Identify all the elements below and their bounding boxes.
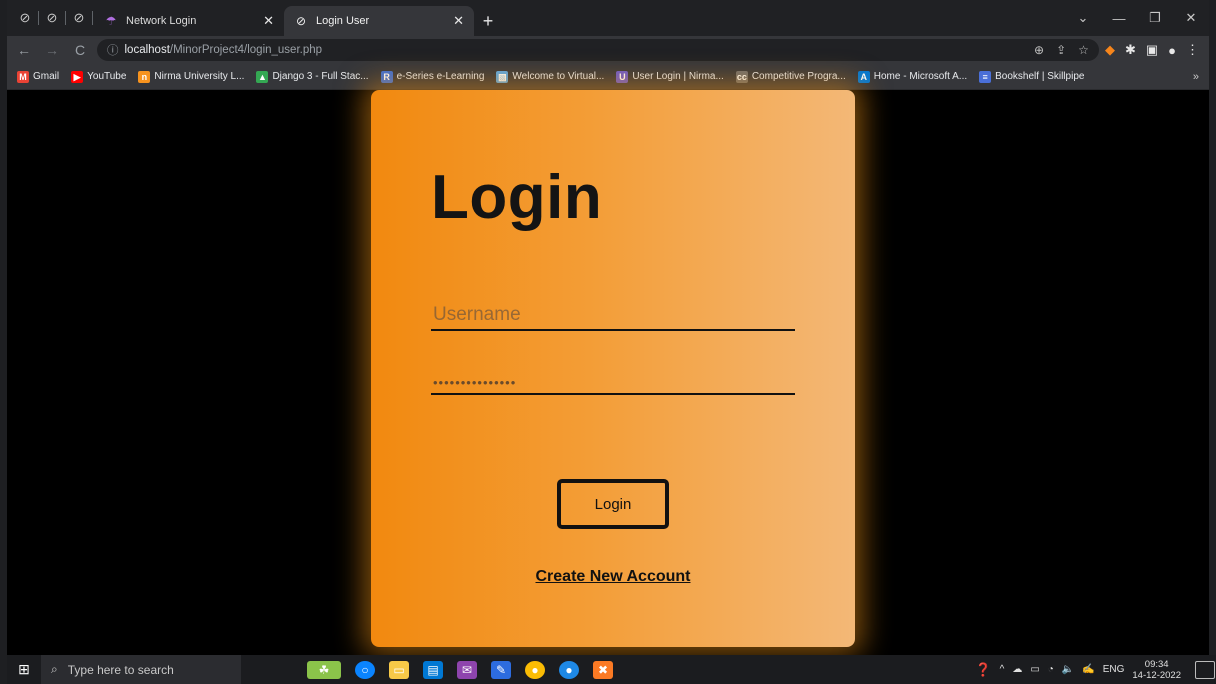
clock-time: 09:34 bbox=[1144, 658, 1169, 670]
chevron-up-icon[interactable]: ^ bbox=[1000, 664, 1005, 675]
pen-app-icon[interactable]: ✎ bbox=[491, 660, 511, 679]
pinned-tab-globe-icon[interactable]: ⊘ bbox=[40, 0, 64, 36]
menu-kebab-icon[interactable]: ⋮ bbox=[1186, 42, 1199, 58]
side-panel-icon[interactable]: ▣ bbox=[1146, 42, 1158, 58]
youtube-icon: ▶ bbox=[71, 70, 84, 83]
minimize-icon[interactable]: — bbox=[1101, 11, 1137, 26]
tab-search-icon[interactable]: ⌄ bbox=[1065, 10, 1101, 26]
wifi-icon[interactable]: ◔ bbox=[1048, 664, 1054, 675]
drive-icon: ▲ bbox=[256, 70, 269, 83]
bookshelf-icon: ≡ bbox=[979, 70, 992, 83]
metamask-extension-icon[interactable]: ◆ bbox=[1105, 42, 1115, 58]
volume-icon[interactable]: 🔈 bbox=[1062, 664, 1074, 675]
extensions-puzzle-icon[interactable]: ✱ bbox=[1125, 42, 1136, 58]
tab-login-user[interactable]: ⊘ Login User ✕ bbox=[284, 6, 474, 36]
pinned-tab-globe-icon[interactable]: ⊘ bbox=[13, 0, 37, 36]
search-placeholder: Type here to search bbox=[67, 662, 174, 677]
clock-date: 14-12-2022 bbox=[1132, 669, 1181, 681]
bookmark-user-login[interactable]: U User Login | Nirma... bbox=[616, 70, 724, 83]
network-login-favicon-icon: ☂ bbox=[105, 14, 117, 28]
bookmark-competitive[interactable]: cc Competitive Progra... bbox=[735, 70, 846, 83]
profile-avatar[interactable]: ● bbox=[1168, 43, 1176, 58]
battery-icon[interactable]: ▭ bbox=[1030, 664, 1039, 675]
forward-icon[interactable]: → bbox=[41, 42, 63, 58]
url-host: localhost bbox=[124, 44, 170, 56]
bookmark-microsoft[interactable]: A Home - Microsoft A... bbox=[857, 70, 967, 83]
page-content: Login Login Create New Account bbox=[7, 90, 1209, 655]
share-icon[interactable]: ⇪ bbox=[1056, 43, 1066, 57]
language-indicator[interactable]: ENG bbox=[1103, 664, 1125, 675]
cc-icon: cc bbox=[735, 70, 748, 83]
bookmark-gmail[interactable]: M Gmail bbox=[17, 70, 59, 83]
cloud-icon[interactable]: ☁ bbox=[1012, 664, 1022, 675]
pinned-tab-globe-icon[interactable]: ⊘ bbox=[67, 0, 91, 36]
e-series-icon: R bbox=[380, 70, 393, 83]
xampp-icon[interactable]: ✖ bbox=[593, 660, 613, 679]
close-tab-icon[interactable]: ✕ bbox=[453, 13, 464, 29]
browser-toolbar: ← → C ⓘ localhost/MinorProject4/login_us… bbox=[7, 36, 1209, 64]
login-button[interactable]: Login bbox=[557, 479, 669, 529]
windows-taskbar: ⊞ ⌕ Type here to search ☘ ○ ▭ ▤ ✉ ✎ ● ● … bbox=[7, 655, 1216, 684]
tab-network-login[interactable]: ☂ Network Login ✕ bbox=[94, 6, 284, 36]
url-path: /MinorProject4/login_user.php bbox=[169, 44, 323, 56]
restore-icon[interactable]: ❐ bbox=[1137, 10, 1173, 26]
user-login-icon: U bbox=[616, 70, 629, 83]
close-window-icon[interactable]: ✕ bbox=[1173, 10, 1209, 26]
gmail-icon: M bbox=[17, 70, 29, 83]
cortana-icon[interactable]: ○ bbox=[355, 660, 375, 679]
file-explorer-icon[interactable]: ▭ bbox=[389, 660, 409, 679]
bookmark-virtual[interactable]: ▧ Welcome to Virtual... bbox=[496, 70, 604, 83]
window-controls: ⌄ — ❐ ✕ bbox=[1065, 0, 1209, 36]
username-input[interactable] bbox=[431, 304, 795, 329]
extensions-area: ◆ ✱ ▣ ● ⋮ bbox=[1105, 42, 1203, 58]
nirma-icon: n bbox=[138, 70, 151, 83]
windows-start-icon[interactable]: ⊞ bbox=[7, 661, 41, 678]
taskbar-apps: ☘ ○ ▭ ▤ ✉ ✎ ● ● ✖ bbox=[307, 660, 613, 679]
browser-tab-strip: ⊘ ⊘ ⊘ ☂ Network Login ✕ ⊘ Login User ✕ +… bbox=[7, 0, 1209, 36]
more-bookmarks-icon[interactable]: » bbox=[1193, 71, 1199, 83]
mail-app-icon[interactable]: ✉ bbox=[457, 660, 477, 679]
screen: ⊘ ⊘ ⊘ ☂ Network Login ✕ ⊘ Login User ✕ +… bbox=[0, 0, 1216, 684]
tab-title: Login User bbox=[316, 15, 370, 27]
back-icon[interactable]: ← bbox=[13, 42, 35, 58]
bamboo-app-icon[interactable]: ☘ bbox=[307, 660, 341, 679]
chrome-profile-icon[interactable]: ● bbox=[559, 660, 579, 679]
login-card: Login Login Create New Account bbox=[371, 90, 855, 647]
system-tray: ❓ ^ ☁ ▭ ◔ 🔈 ✍ ENG 09:34 14-12-2022 bbox=[975, 659, 1216, 681]
zoom-icon[interactable]: ⊕ bbox=[1034, 43, 1044, 57]
taskbar-search[interactable]: ⌕ Type here to search bbox=[41, 655, 241, 684]
help-icon[interactable]: ❓ bbox=[975, 662, 991, 678]
bookmark-youtube[interactable]: ▶ YouTube bbox=[71, 70, 126, 83]
tab-title: Network Login bbox=[126, 15, 197, 27]
password-input[interactable] bbox=[431, 375, 795, 393]
password-field-wrapper bbox=[431, 374, 795, 395]
bookmark-nirma[interactable]: n Nirma University L... bbox=[138, 70, 244, 83]
bookmarks-bar: M Gmail ▶ YouTube n Nirma University L... ▲… bbox=[7, 64, 1209, 90]
create-account-link[interactable]: Create New Account bbox=[371, 568, 855, 586]
search-icon: ⌕ bbox=[51, 662, 58, 676]
page-title: Login bbox=[431, 163, 603, 232]
store-icon[interactable]: ▤ bbox=[423, 660, 443, 679]
globe-favicon-icon: ⊘ bbox=[295, 14, 307, 28]
bookmark-e-series[interactable]: Re-Series e-Learning bbox=[380, 70, 484, 83]
pen-icon[interactable]: ✍ bbox=[1082, 664, 1094, 675]
pinned-tabs: ⊘ ⊘ ⊘ bbox=[7, 0, 94, 36]
close-tab-icon[interactable]: ✕ bbox=[263, 13, 274, 29]
bookmark-bookshelf[interactable]: ≡ Bookshelf | Skillpipe bbox=[979, 70, 1084, 83]
chrome-icon[interactable]: ● bbox=[525, 660, 545, 679]
address-bar[interactable]: ⓘ localhost/MinorProject4/login_user.php… bbox=[97, 39, 1099, 61]
new-tab-button[interactable]: + bbox=[474, 6, 502, 36]
bookmark-django[interactable]: ▲ Django 3 - Full Stac... bbox=[256, 70, 369, 83]
clock[interactable]: 09:34 14-12-2022 bbox=[1132, 659, 1181, 681]
azure-icon: A bbox=[857, 70, 870, 83]
username-field-wrapper bbox=[431, 304, 795, 331]
reload-icon[interactable]: C bbox=[69, 42, 91, 58]
virtual-icon: ▧ bbox=[496, 70, 509, 83]
notification-center-icon[interactable] bbox=[1195, 660, 1215, 679]
bookmark-star-icon[interactable]: ☆ bbox=[1078, 43, 1089, 57]
site-info-icon[interactable]: ⓘ bbox=[107, 42, 119, 58]
